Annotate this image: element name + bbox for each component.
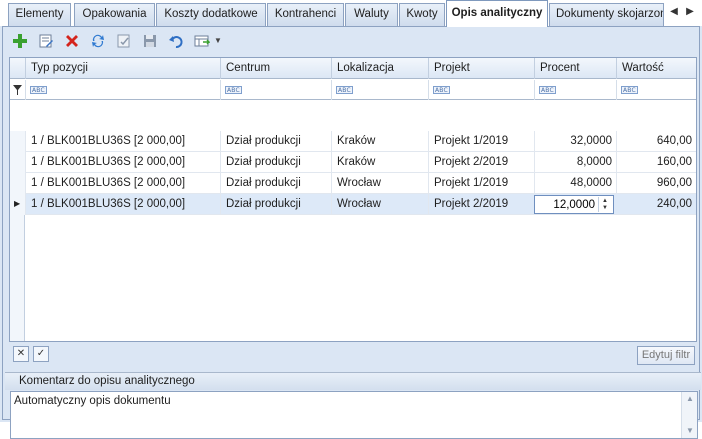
row-selector[interactable] <box>10 173 26 194</box>
header-row-selector <box>10 58 26 79</box>
tab-waluty[interactable]: Waluty <box>345 3 398 26</box>
tab-scroll-left-icon[interactable]: ◀ <box>668 5 680 19</box>
cell-wartosc[interactable]: 960,00 <box>617 173 696 194</box>
table-row[interactable]: 1 / BLK001BLU36S [2 000,00] Dział produk… <box>10 152 696 173</box>
cell-centrum[interactable]: Dział produkcji <box>221 194 332 215</box>
filter-procent[interactable]: ABC <box>535 80 617 100</box>
scroll-up-icon[interactable]: ▲ <box>686 394 694 403</box>
analytic-description-panel: ▼ Typ pozycji Centrum Lokalizacja Projek… <box>2 26 701 439</box>
filter-row-selector <box>10 80 26 100</box>
row-selector[interactable]: ▶ <box>10 194 26 215</box>
cell-projekt[interactable]: Projekt 1/2019 <box>429 173 535 194</box>
column-centrum[interactable]: Centrum <box>221 58 332 79</box>
abc-filter-icon: ABC <box>336 86 353 94</box>
tab-opis-analityczny[interactable]: Opis analityczny <box>446 0 548 27</box>
comment-scrollbar[interactable]: ▲ ▼ <box>681 392 697 438</box>
cell-procent[interactable]: 8,0000 <box>535 152 617 173</box>
cell-projekt[interactable]: Projekt 2/2019 <box>429 194 535 215</box>
document-check-icon[interactable] <box>115 32 133 50</box>
column-lokalizacja[interactable]: Lokalizacja <box>332 58 429 79</box>
abc-filter-icon: ABC <box>30 86 47 94</box>
floppy-disk-icon[interactable] <box>141 32 159 50</box>
red-x-icon[interactable] <box>63 32 81 50</box>
abc-filter-icon: ABC <box>433 86 450 94</box>
row-selector[interactable] <box>10 152 26 173</box>
row-selector-column <box>10 215 25 341</box>
tab-scroll-right-icon[interactable]: ▶ <box>684 5 696 19</box>
tab-kontrahenci[interactable]: Kontrahenci <box>267 3 344 26</box>
abc-filter-icon: ABC <box>225 86 242 94</box>
column-typ-pozycji[interactable]: Typ pozycji <box>26 58 221 79</box>
cell-projekt[interactable]: Projekt 1/2019 <box>429 131 535 152</box>
cell-typ-pozycji[interactable]: 1 / BLK001BLU36S [2 000,00] <box>26 131 221 152</box>
refresh-icon[interactable] <box>89 32 107 50</box>
filter-lokalizacja[interactable]: ABC <box>332 80 429 100</box>
cell-lokalizacja[interactable]: Wrocław <box>332 173 429 194</box>
cell-typ-pozycji[interactable]: 1 / BLK001BLU36S [2 000,00] <box>26 152 221 173</box>
plus-icon[interactable] <box>11 32 29 50</box>
spin-up-icon[interactable]: ▲ <box>602 198 608 204</box>
cell-lokalizacja[interactable]: Kraków <box>332 152 429 173</box>
clear-filter-icon[interactable]: ✕ <box>13 346 29 362</box>
edit-filter-button[interactable]: Edytuj filtr <box>637 346 695 365</box>
apply-filter-icon[interactable]: ✓ <box>33 346 49 362</box>
table-row[interactable]: 1 / BLK001BLU36S [2 000,00] Dział produk… <box>10 173 696 194</box>
tab-elementy[interactable]: Elementy <box>8 3 71 26</box>
cell-lokalizacja[interactable]: Wrocław <box>332 194 429 215</box>
table-row[interactable]: 1 / BLK001BLU36S [2 000,00] Dział produk… <box>10 131 696 152</box>
procent-spinner[interactable]: ▲ ▼ <box>598 197 612 212</box>
cell-wartosc[interactable]: 160,00 <box>617 152 696 173</box>
comment-textarea[interactable]: Automatyczny opis dokumentu ▲ ▼ <box>10 391 698 439</box>
grid-footer: ✕ ✓ Edytuj filtr <box>9 344 697 367</box>
cell-centrum[interactable]: Dział produkcji <box>221 131 332 152</box>
grid-header: Typ pozycji Centrum Lokalizacja Projekt … <box>10 58 696 79</box>
tab-kwoty[interactable]: Kwoty <box>399 3 445 26</box>
procent-input[interactable] <box>535 196 597 213</box>
cell-centrum[interactable]: Dział produkcji <box>221 173 332 194</box>
toolbar: ▼ <box>7 29 697 53</box>
undo-arrow-icon[interactable] <box>167 32 185 50</box>
cell-wartosc[interactable]: 240,00 <box>617 194 696 215</box>
edit-document-icon[interactable] <box>37 32 55 50</box>
row-selector[interactable] <box>10 131 26 152</box>
cell-procent[interactable]: 32,0000 <box>535 131 617 152</box>
analytic-grid: Typ pozycji Centrum Lokalizacja Projekt … <box>9 57 697 342</box>
chevron-down-icon[interactable]: ▼ <box>213 32 223 50</box>
tab-dokumenty-skojarzone[interactable]: Dokumenty skojarzone <box>549 3 664 26</box>
cell-typ-pozycji[interactable]: 1 / BLK001BLU36S [2 000,00] <box>26 194 221 215</box>
current-row-arrow-icon: ▶ <box>14 199 21 208</box>
filter-projekt[interactable]: ABC <box>429 80 535 100</box>
table-row-selected[interactable]: ▶ 1 / BLK001BLU36S [2 000,00] Dział prod… <box>10 194 696 215</box>
abc-filter-icon: ABC <box>621 86 638 94</box>
comment-text[interactable]: Automatyczny opis dokumentu <box>14 395 171 407</box>
cell-procent[interactable]: 48,0000 <box>535 173 617 194</box>
spin-down-icon[interactable]: ▼ <box>602 205 608 211</box>
filter-wartosc[interactable]: ABC <box>617 80 696 100</box>
column-wartosc[interactable]: Wartość <box>617 58 696 79</box>
filter-row: ABC ABC ABC ABC ABC ABC <box>10 80 696 100</box>
column-projekt[interactable]: Projekt <box>429 58 535 79</box>
filter-typ-pozycji[interactable]: ABC <box>26 80 221 100</box>
cell-projekt[interactable]: Projekt 2/2019 <box>429 152 535 173</box>
tab-koszty-dodatkowe[interactable]: Koszty dodatkowe <box>156 3 266 26</box>
export-grid-icon[interactable] <box>193 32 211 50</box>
scroll-down-icon[interactable]: ▼ <box>686 426 694 435</box>
filter-centrum[interactable]: ABC <box>221 80 332 100</box>
cell-typ-pozycji[interactable]: 1 / BLK001BLU36S [2 000,00] <box>26 173 221 194</box>
comment-group: Komentarz do opisu analitycznego Automat… <box>5 372 701 439</box>
procent-editor[interactable]: ▲ ▼ <box>534 195 614 214</box>
tab-opakowania[interactable]: Opakowania <box>74 3 155 26</box>
cell-lokalizacja[interactable]: Kraków <box>332 131 429 152</box>
comment-title: Komentarz do opisu analitycznego <box>5 372 701 390</box>
column-procent[interactable]: Procent <box>535 58 617 79</box>
cell-wartosc[interactable]: 640,00 <box>617 131 696 152</box>
document-window: Elementy Opakowania Koszty dodatkowe Kon… <box>0 0 702 439</box>
cell-centrum[interactable]: Dział produkcji <box>221 152 332 173</box>
abc-filter-icon: ABC <box>539 86 556 94</box>
tab-bar: Elementy Opakowania Koszty dodatkowe Kon… <box>0 0 702 27</box>
